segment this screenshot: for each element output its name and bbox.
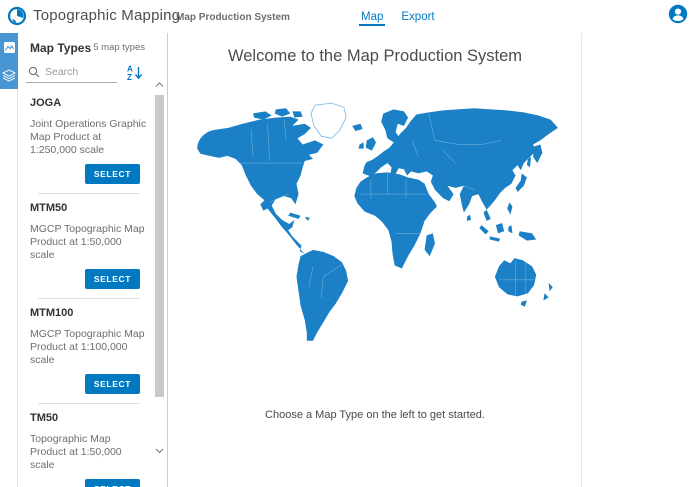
select-button-mtm100[interactable]: SELECT: [85, 374, 140, 394]
welcome-panel: Welcome to the Map Production System: [169, 33, 582, 487]
tab-map[interactable]: Map: [360, 2, 384, 31]
layers-panel-icon[interactable]: [0, 61, 18, 89]
map-type-name: JOGA: [30, 97, 144, 109]
map-types-header: Map Types 5 map types: [18, 33, 167, 57]
map-type-description: MGCP Topographic Map Product at 1:100,00…: [30, 328, 148, 367]
tab-export[interactable]: Export: [400, 2, 435, 31]
tool-strip-active-block: [0, 33, 18, 89]
map-type-list: JOGA Joint Operations Graphic Map Produc…: [18, 89, 152, 487]
map-type-card-mtm50: MTM50 MGCP Topographic Map Product at 1:…: [18, 194, 152, 299]
scroll-down-icon[interactable]: [154, 445, 165, 457]
welcome-title: Welcome to the Map Production System: [169, 47, 581, 66]
sort-az-icon[interactable]: A Z: [127, 64, 143, 81]
panel-title: Map Types: [30, 41, 91, 55]
select-button-joga[interactable]: SELECT: [85, 164, 140, 184]
search-icon: [28, 66, 40, 78]
instruction-text: Choose a Map Type on the left to get sta…: [169, 409, 581, 421]
map-type-count: 5 map types: [93, 42, 145, 53]
scrollbar-thumb[interactable]: [155, 95, 164, 397]
continent-north-america: [197, 117, 323, 254]
map-type-description: MGCP Topographic Map Product at 1:50,000…: [30, 223, 148, 262]
map-type-description: Topographic Map Product at 1:50,000 scal…: [30, 433, 148, 472]
app-logo-icon: [7, 6, 27, 26]
select-button-mtm50[interactable]: SELECT: [85, 269, 140, 289]
map-panel-icon[interactable]: [0, 33, 18, 61]
world-map: [189, 99, 561, 352]
map-types-panel: Map Types 5 map types A Z JOGA Joint Ope…: [18, 33, 168, 487]
map-type-name: MTM100: [30, 307, 144, 319]
app-subtitle: Map Production System: [176, 12, 290, 23]
map-type-card-tm50: TM50 Topographic Map Product at 1:50,000…: [18, 404, 152, 487]
search-row: A Z: [26, 59, 143, 85]
sidebar-scrollbar: [152, 79, 167, 457]
select-button-tm50[interactable]: SELECT: [85, 479, 140, 487]
continent-south-america: [296, 250, 348, 341]
map-type-name: MTM50: [30, 202, 144, 214]
map-type-card-joga: JOGA Joint Operations Graphic Map Produc…: [18, 89, 152, 194]
app-header: Topographic Mapping Map Production Syste…: [0, 0, 699, 33]
search-input[interactable]: [45, 66, 115, 78]
empty-right-area: [583, 33, 699, 487]
map-type-card-mtm100: MTM100 MGCP Topographic Map Product at 1…: [18, 299, 152, 404]
greenland-outline: [311, 103, 346, 138]
continent-africa: [354, 172, 437, 268]
app-title: Topographic Mapping: [33, 7, 180, 24]
scroll-up-icon[interactable]: [154, 79, 165, 91]
left-tool-strip: [0, 33, 18, 487]
map-type-description: Joint Operations Graphic Map Product at …: [30, 118, 148, 157]
map-type-name: TM50: [30, 412, 144, 424]
top-tabs: Map Export: [360, 0, 436, 33]
user-avatar-icon[interactable]: [668, 4, 688, 24]
search-box: [26, 61, 117, 83]
svg-text:Z: Z: [127, 73, 132, 81]
